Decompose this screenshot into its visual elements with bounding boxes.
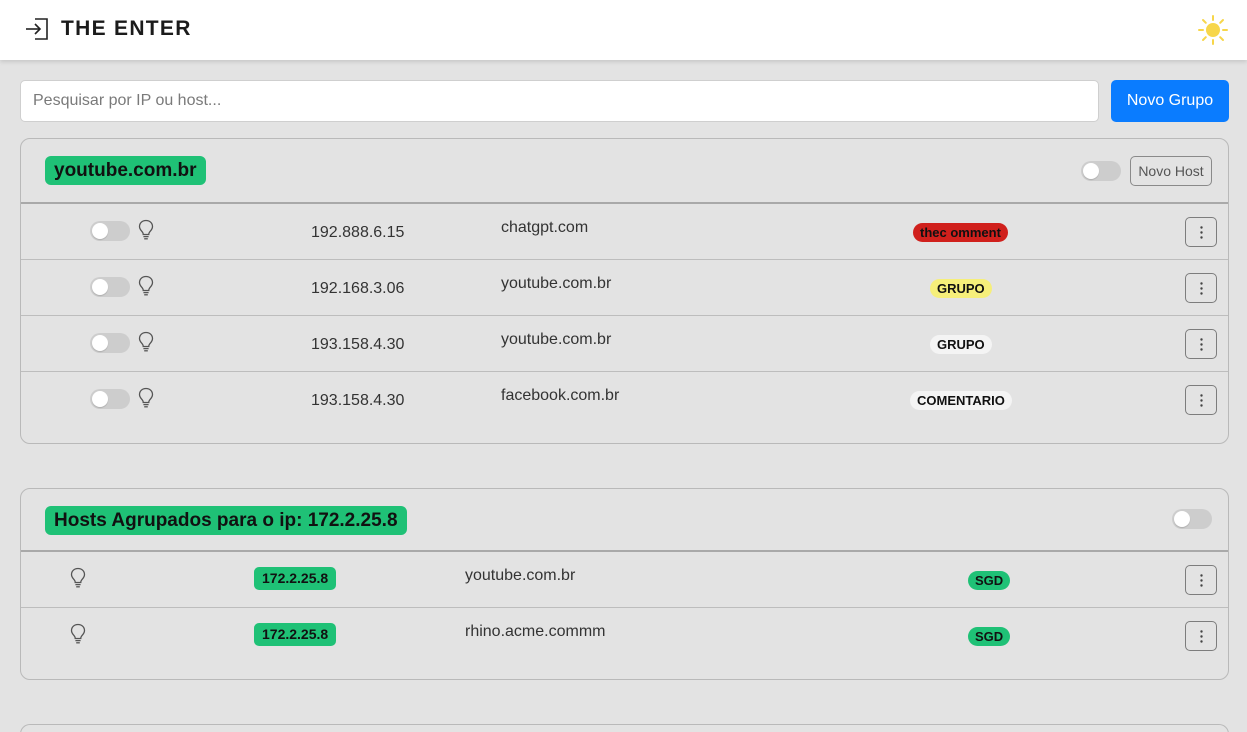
host-toggle[interactable] [90,277,130,297]
group-card: youtube.com.br Novo Host 192.888.6.15 ch… [20,138,1229,444]
comment-badge: thec omment [913,223,1008,242]
table-row: 172.2.25.8 youtube.com.br SGD [21,552,1228,608]
more-vertical-icon [1200,338,1203,351]
more-vertical-icon [1200,574,1203,587]
host-name: youtube.com.br [465,567,576,584]
lightbulb-icon[interactable] [138,331,154,353]
host-ip: 193.158.4.30 [311,336,405,353]
table-row: 193.158.4.30 youtube.com.br GRUPO [21,316,1228,372]
table-row: 192.888.6.15 chatgpt.com thec omment [21,204,1228,260]
host-toggle[interactable] [90,389,130,409]
comment-badge: COMENTARIO [910,391,1012,410]
more-options-button[interactable] [1185,329,1217,359]
group-title: youtube.com.br [45,156,206,185]
login-icon [26,18,48,40]
app-title: THE ENTER [61,17,192,40]
sgd-badge: SGD [968,627,1011,646]
group-toggle[interactable] [1172,509,1212,529]
group-header: youtube.com.br Novo Host [21,139,1228,204]
ip-badge: 172.2.25.8 [254,623,337,646]
group-toggle[interactable] [1081,161,1121,181]
sgd-badge: SGD [968,571,1011,590]
host-ip: 192.168.3.06 [311,280,405,297]
lightbulb-icon[interactable] [138,219,154,241]
ip-badge: 172.2.25.8 [254,567,337,590]
more-options-button[interactable] [1185,273,1217,303]
host-name: youtube.com.br [501,275,612,292]
table-row: 192.168.3.06 youtube.com.br GRUPO [21,260,1228,316]
lightbulb-icon[interactable] [138,275,154,297]
host-name: chatgpt.com [501,219,589,236]
more-vertical-icon [1200,226,1203,239]
ip-group-card: Hosts Agrupados para o ip: 172.2.25.8 17… [20,488,1229,680]
more-options-button[interactable] [1185,621,1217,651]
new-host-button[interactable]: Novo Host [1130,156,1212,186]
lightbulb-icon[interactable] [138,387,154,409]
sun-icon[interactable] [1198,15,1228,45]
more-options-button[interactable] [1185,385,1217,415]
group-card [20,724,1229,732]
host-name: youtube.com.br [501,331,612,348]
search-input[interactable] [20,80,1099,122]
more-options-button[interactable] [1185,565,1217,595]
more-vertical-icon [1200,394,1203,407]
lightbulb-icon[interactable] [70,623,86,645]
new-group-button[interactable]: Novo Grupo [1111,80,1229,122]
host-ip: 193.158.4.30 [311,392,405,409]
host-name: facebook.com.br [501,387,620,404]
table-row: 172.2.25.8 rhino.acme.commm SGD [21,608,1228,664]
more-options-button[interactable] [1185,217,1217,247]
group-title: Hosts Agrupados para o ip: 172.2.25.8 [45,506,407,535]
group-header: Hosts Agrupados para o ip: 172.2.25.8 [21,489,1228,552]
host-ip: 192.888.6.15 [311,224,405,241]
group-badge: GRUPO [930,279,992,298]
host-name: rhino.acme.commm [465,623,606,640]
group-badge: GRUPO [930,335,992,354]
more-vertical-icon [1200,282,1203,295]
lightbulb-icon[interactable] [70,567,86,589]
more-vertical-icon [1200,630,1203,643]
host-toggle[interactable] [90,221,130,241]
table-row: 193.158.4.30 facebook.com.br COMENTARIO [21,372,1228,428]
top-bar: THE ENTER [0,0,1247,60]
host-toggle[interactable] [90,333,130,353]
